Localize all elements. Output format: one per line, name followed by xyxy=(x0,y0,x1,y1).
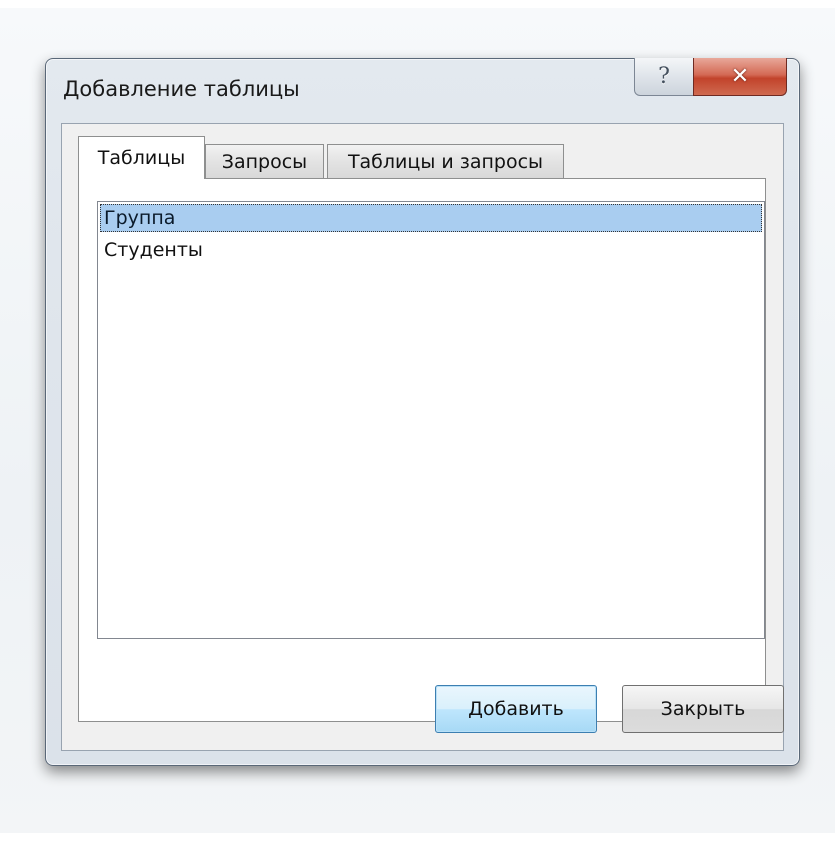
tab-tables[interactable]: Таблицы xyxy=(78,136,205,179)
tab-tables-label: Таблицы xyxy=(97,147,186,169)
list-item-label: Группа xyxy=(104,207,176,229)
dialog-title: Добавление таблицы xyxy=(63,77,300,101)
list-item-label: Студенты xyxy=(104,239,203,261)
tab-queries[interactable]: Запросы xyxy=(205,144,324,178)
title-bar[interactable]: Добавление таблицы ? ✕ xyxy=(46,58,799,123)
add-button-label: Добавить xyxy=(468,698,564,720)
close-icon: ✕ xyxy=(730,64,750,89)
add-button[interactable]: Добавить xyxy=(435,685,597,733)
close-button[interactable]: Закрыть xyxy=(622,685,784,733)
help-icon: ? xyxy=(658,64,670,89)
tables-listbox[interactable]: Группа Студенты xyxy=(97,201,765,639)
tab-queries-label: Запросы xyxy=(221,150,308,173)
list-item-studenty[interactable]: Студенты xyxy=(100,236,762,264)
help-button[interactable]: ? xyxy=(634,58,694,96)
dialog-body: Таблицы Запросы Таблицы и запросы Группа… xyxy=(61,123,784,751)
close-button-label: Закрыть xyxy=(660,698,746,720)
close-window-button[interactable]: ✕ xyxy=(693,58,787,96)
list-item-gruppa[interactable]: Группа xyxy=(100,204,762,232)
tab-panel-tables: Группа Студенты xyxy=(78,178,766,722)
tab-tables-and-queries[interactable]: Таблицы и запросы xyxy=(327,144,564,178)
tab-tables-and-queries-label: Таблицы и запросы xyxy=(347,150,544,173)
add-table-dialog: Добавление таблицы ? ✕ Таблицы Запросы Т… xyxy=(45,58,800,766)
